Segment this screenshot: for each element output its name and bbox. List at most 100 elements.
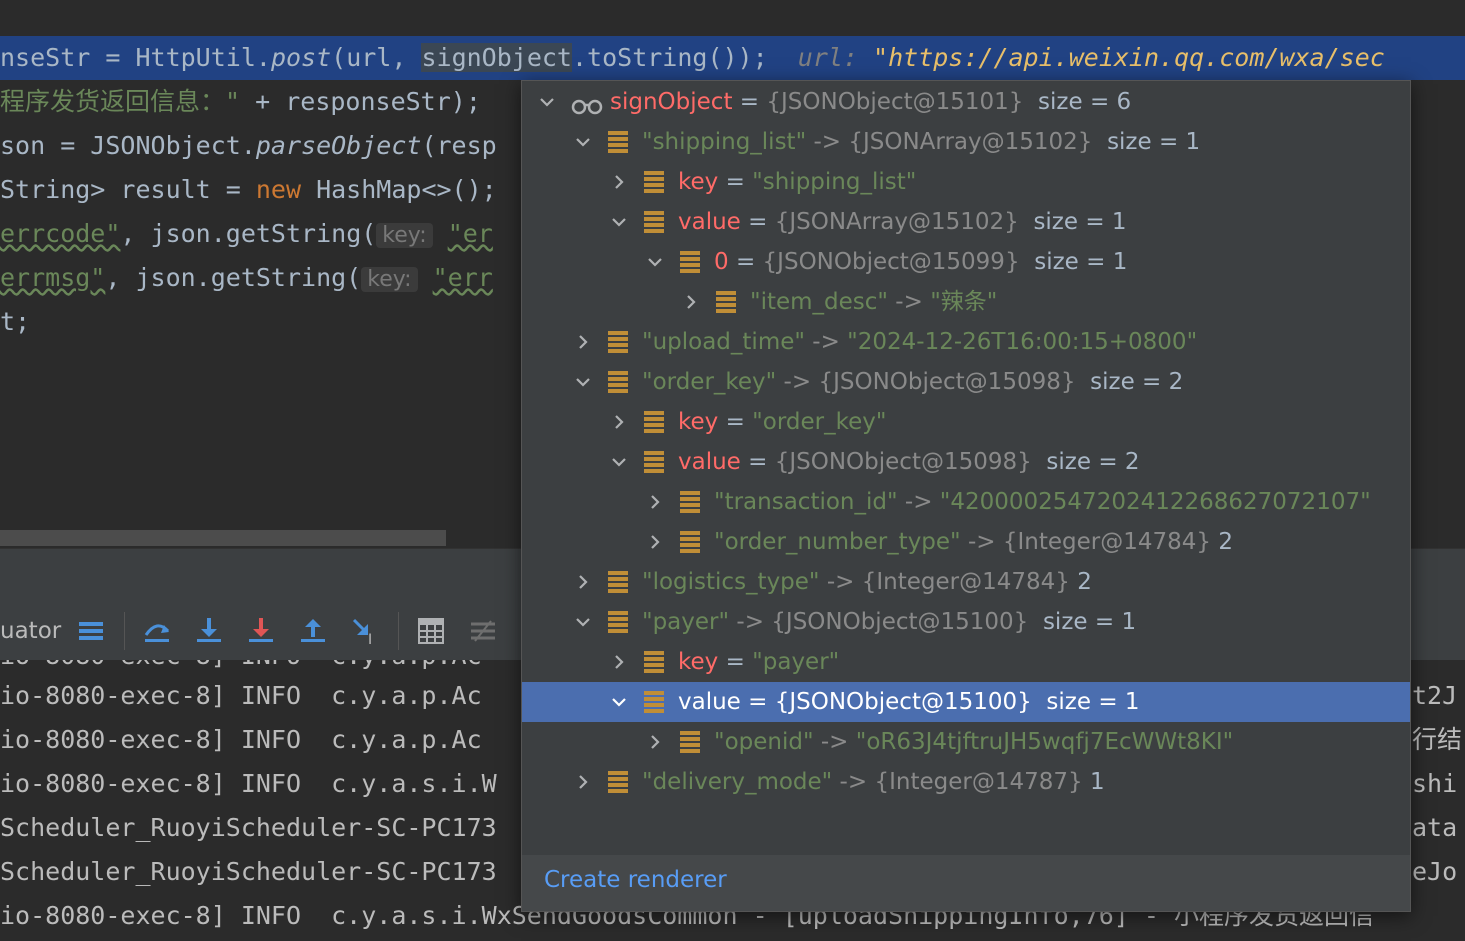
field-icon: [608, 611, 628, 633]
tree-node-label: key = "shipping_list": [678, 169, 917, 195]
toolbar-label: uator: [0, 618, 62, 644]
code-line[interactable]: String> result = new HashMap<>();: [0, 168, 497, 212]
tree-node-label: "order_key" -> {JSONObject@15098} size =…: [642, 369, 1184, 395]
code-line[interactable]: errcode", json.getString(key: "er: [0, 212, 493, 256]
chevron-down-icon[interactable]: [640, 242, 670, 282]
tree-node-label: key = "order_key": [678, 409, 887, 435]
trace-current-stream-icon[interactable]: [466, 614, 500, 648]
tree-node[interactable]: "logistics_type" -> {Integer@14784} 2: [522, 562, 1410, 602]
tree-node-label: 0 = {JSONObject@15099} size = 1: [714, 249, 1128, 275]
step-into-icon[interactable]: [192, 614, 226, 648]
parameter-hint: key:: [376, 223, 433, 248]
inline-debug-hint-label: url:: [797, 43, 858, 72]
frames-list-icon[interactable]: [74, 614, 108, 648]
console-line: io-8080-exec-8] INFO c.y.a.p.Ac: [0, 725, 482, 754]
tree-node-label: signObject = {JSONObject@15101} size = 6: [610, 89, 1132, 115]
chevron-right-icon[interactable]: [604, 162, 634, 202]
chevron-down-icon[interactable]: [568, 362, 598, 402]
chevron-right-icon[interactable]: [568, 762, 598, 802]
console-line: io-8080-exec-8] INFO c.y.a.s.i.W: [0, 769, 497, 798]
inline-debug-hint-value: "https://api.weixin.qq.com/wxa/sec: [873, 43, 1385, 72]
tree-node-label: value = {JSONObject@15100} size = 1: [678, 689, 1140, 715]
field-icon: [680, 491, 700, 513]
tree-node-label: "payer" -> {JSONObject@15100} size = 1: [642, 609, 1137, 635]
field-icon: [644, 691, 664, 713]
console-line: Scheduler_RuoyiScheduler-SC-PC173: [0, 857, 497, 886]
horizontal-scrollbar[interactable]: [0, 530, 446, 546]
chevron-right-icon[interactable]: [604, 402, 634, 442]
code-line-current[interactable]: nseStr = HttpUtil.post(url, signObject.t…: [0, 36, 1465, 80]
force-step-into-icon[interactable]: [244, 614, 278, 648]
tree-node[interactable]: value = {JSONArray@15102} size = 1: [522, 202, 1410, 242]
chevron-right-icon[interactable]: [640, 722, 670, 762]
code-line[interactable]: errmsg", json.getString(key: "err: [0, 256, 493, 300]
field-icon: [644, 411, 664, 433]
tree-node[interactable]: "openid" -> "oR63J4tjftruJH5wqfj7EcWWt8K…: [522, 722, 1410, 762]
tree-node[interactable]: key = "payer": [522, 642, 1410, 682]
tree-node[interactable]: "order_key" -> {JSONObject@15098} size =…: [522, 362, 1410, 402]
field-icon: [644, 451, 664, 473]
console-line-tail: 行结: [1412, 725, 1463, 754]
tree-node[interactable]: "order_number_type" -> {Integer@14784} 2: [522, 522, 1410, 562]
tree-node[interactable]: "transaction_id" -> "4200002547202412268…: [522, 482, 1410, 522]
field-icon: [680, 531, 700, 553]
tree-node[interactable]: 0 = {JSONObject@15099} size = 1: [522, 242, 1410, 282]
tree-node[interactable]: "delivery_mode" -> {Integer@14787} 1: [522, 762, 1410, 802]
chevron-down-icon[interactable]: [568, 602, 598, 642]
field-icon: [608, 371, 628, 393]
tree-node[interactable]: "payer" -> {JSONObject@15100} size = 1: [522, 602, 1410, 642]
tree-node[interactable]: "shipping_list" -> {JSONArray@15102} siz…: [522, 122, 1410, 162]
chevron-down-icon[interactable]: [604, 202, 634, 242]
code-line[interactable]: 程序发货返回信息：" + responseStr);: [0, 80, 481, 124]
code-line[interactable]: t;: [0, 300, 30, 344]
tree-node[interactable]: value = {JSONObject@15100} size = 1: [522, 682, 1410, 722]
field-icon: [608, 131, 628, 153]
tree-node-label: key = "payer": [678, 649, 840, 675]
field-icon: [680, 251, 700, 273]
field-icon: [608, 771, 628, 793]
chevron-down-icon[interactable]: [604, 442, 634, 482]
tree-node[interactable]: "upload_time" -> "2024-12-26T16:00:15+08…: [522, 322, 1410, 362]
editor-tab-bar: [0, 0, 1465, 36]
field-icon: [644, 211, 664, 233]
step-over-icon[interactable]: [140, 614, 174, 648]
chevron-right-icon[interactable]: [640, 522, 670, 562]
console-line: io-8080-exec-8] INFO c.y.a.p.Ac: [0, 681, 482, 710]
create-renderer-link[interactable]: Create renderer: [544, 867, 727, 893]
field-icon: [644, 171, 664, 193]
tree-node-label: "shipping_list" -> {JSONArray@15102} siz…: [642, 129, 1201, 155]
svg-text:I: I: [368, 632, 372, 646]
field-icon: [608, 571, 628, 593]
tree-node[interactable]: signObject = {JSONObject@15101} size = 6: [522, 82, 1410, 122]
tree-node-label: value = {JSONObject@15098} size = 2: [678, 449, 1140, 475]
console-line-tail: ata: [1412, 813, 1458, 842]
chevron-right-icon[interactable]: [568, 562, 598, 602]
run-to-cursor-icon[interactable]: I: [348, 614, 382, 648]
tree-node-label: "order_number_type" -> {Integer@14784} 2: [714, 529, 1233, 555]
selected-expression: signObject: [421, 43, 572, 72]
tree-node[interactable]: value = {JSONObject@15098} size = 2: [522, 442, 1410, 482]
code-line[interactable]: son = JSONObject.parseObject(resp: [0, 124, 497, 168]
tree-node[interactable]: "item_desc" -> "辣条": [522, 282, 1410, 322]
tree-node[interactable]: key = "order_key": [522, 402, 1410, 442]
step-out-icon[interactable]: [296, 614, 330, 648]
tree-node-label: "openid" -> "oR63J4tjftruJH5wqfj7EcWWt8K…: [714, 729, 1234, 755]
chevron-down-icon[interactable]: [532, 82, 562, 122]
popup-footer: Create renderer: [522, 855, 1410, 911]
console-line: Scheduler_RuoyiScheduler-SC-PC173: [0, 813, 497, 842]
chevron-down-icon[interactable]: [568, 122, 598, 162]
tree-node[interactable]: key = "shipping_list": [522, 162, 1410, 202]
console-line-tail: shi: [1412, 769, 1458, 798]
field-icon: [644, 651, 664, 673]
evaluate-expression-icon[interactable]: [414, 614, 448, 648]
field-icon: [608, 331, 628, 353]
parameter-hint: key:: [361, 267, 418, 292]
chevron-right-icon[interactable]: [604, 642, 634, 682]
tree-node-label: "item_desc" -> "辣条": [750, 289, 998, 315]
chevron-down-icon[interactable]: [604, 682, 634, 722]
tree-node-label: "upload_time" -> "2024-12-26T16:00:15+08…: [642, 329, 1198, 355]
debug-value-popup[interactable]: signObject = {JSONObject@15101} size = 6…: [521, 80, 1411, 912]
chevron-right-icon[interactable]: [568, 322, 598, 362]
chevron-right-icon[interactable]: [676, 282, 706, 322]
chevron-right-icon[interactable]: [640, 482, 670, 522]
